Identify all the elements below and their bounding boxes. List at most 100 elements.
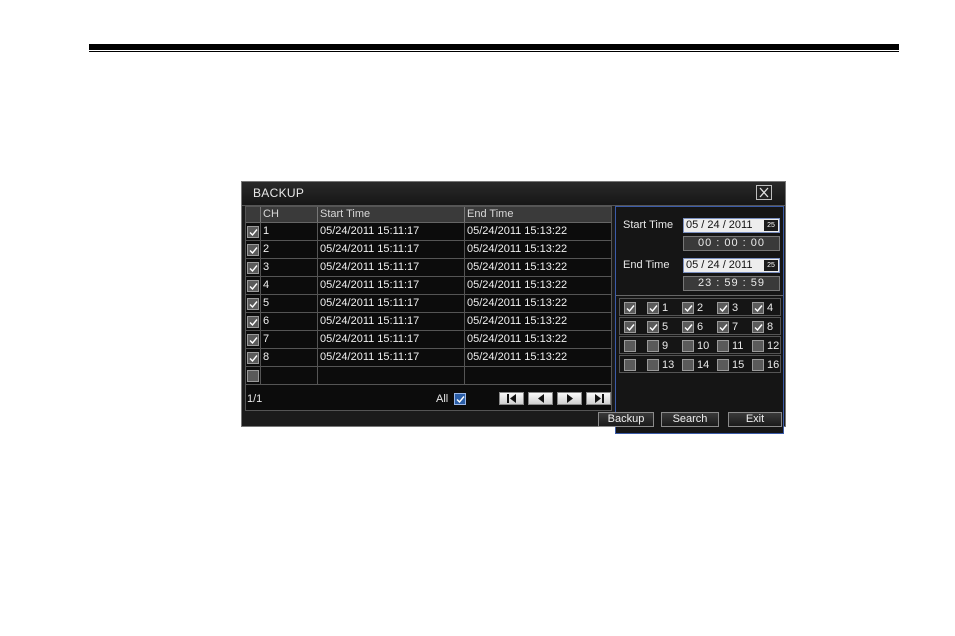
channel-label: 13 <box>662 359 675 371</box>
channel-label: 2 <box>697 302 704 314</box>
channel-row: 13 14 15 16 <box>619 355 781 373</box>
channel-checkbox[interactable] <box>752 358 764 376</box>
cell-start-time: 05/24/2011 15:11:17 <box>317 259 464 276</box>
check-icon <box>684 305 693 313</box>
backup-button[interactable]: Backup <box>598 412 654 427</box>
end-time-field[interactable]: 23 : 59 : 59 <box>683 276 780 291</box>
close-icon <box>759 187 769 198</box>
skip-last-icon <box>595 394 604 403</box>
first-page-button[interactable] <box>499 392 524 405</box>
channel-label: 9 <box>662 340 669 352</box>
table-row[interactable] <box>246 367 611 385</box>
channel-row-all-checkbox[interactable] <box>624 358 636 376</box>
table-row[interactable]: 7 05/24/2011 15:11:17 05/24/2011 15:13:22 <box>246 331 611 349</box>
cell-ch: 4 <box>260 277 317 294</box>
channel-row: 5 6 7 8 <box>619 317 781 335</box>
check-icon <box>649 305 658 313</box>
cell-ch: 3 <box>260 259 317 276</box>
table-row[interactable]: 1 05/24/2011 15:11:17 05/24/2011 15:13:22 <box>246 223 611 241</box>
backup-window: BACKUP CH Start Time End Time 1 05/24/201… <box>241 181 786 434</box>
previous-page-button[interactable] <box>528 392 553 405</box>
check-icon <box>754 324 763 332</box>
page-indicator: 1/1 <box>247 393 263 405</box>
check-icon <box>249 319 258 327</box>
cell-ch: 8 <box>260 349 317 366</box>
channel-label: 7 <box>732 321 739 333</box>
exit-button[interactable]: Exit <box>728 412 782 427</box>
channel-label: 15 <box>732 359 745 371</box>
window-title: BACKUP <box>253 186 305 200</box>
check-icon <box>249 229 258 237</box>
start-date-value: 05 / 24 / 2011 <box>686 219 753 231</box>
calendar-icon[interactable]: 25 <box>764 260 778 271</box>
check-icon <box>626 305 635 313</box>
end-date-value: 05 / 24 / 2011 <box>686 259 753 271</box>
check-icon <box>649 324 658 332</box>
header-start-time[interactable]: Start Time <box>317 207 464 222</box>
cell-start-time: 05/24/2011 15:11:17 <box>317 223 464 240</box>
cell-end-time: 05/24/2011 15:13:22 <box>464 313 611 330</box>
page-rule <box>89 44 899 52</box>
channel-label: 1 <box>662 302 669 314</box>
table-row[interactable]: 6 05/24/2011 15:11:17 05/24/2011 15:13:22 <box>246 313 611 331</box>
close-button[interactable] <box>756 185 772 200</box>
cell-end-time: 05/24/2011 15:13:22 <box>464 331 611 348</box>
start-date-field[interactable]: 05 / 24 / 2011 25 <box>683 218 780 233</box>
cell-start-time: 05/24/2011 15:11:17 <box>317 349 464 366</box>
cell-end-time: 05/24/2011 15:13:22 <box>464 259 611 276</box>
calendar-icon[interactable]: 25 <box>764 220 778 231</box>
next-page-button[interactable] <box>557 392 582 405</box>
cell-start-time <box>317 367 464 384</box>
channel-label: 12 <box>767 340 780 352</box>
header-ch[interactable]: CH <box>260 207 317 222</box>
check-icon <box>719 305 728 313</box>
row-checkbox[interactable] <box>247 369 259 387</box>
last-page-button[interactable] <box>586 392 611 405</box>
start-time-label: Start Time <box>623 219 674 231</box>
cell-start-time: 05/24/2011 15:11:17 <box>317 313 464 330</box>
check-icon <box>626 324 635 332</box>
cell-start-time: 05/24/2011 15:11:17 <box>317 241 464 258</box>
triangle-left-icon <box>538 394 544 403</box>
table-row[interactable]: 8 05/24/2011 15:11:17 05/24/2011 15:13:22 <box>246 349 611 367</box>
cell-ch: 6 <box>260 313 317 330</box>
channel-label: 14 <box>697 359 710 371</box>
table-row[interactable]: 2 05/24/2011 15:11:17 05/24/2011 15:13:22 <box>246 241 611 259</box>
cell-start-time: 05/24/2011 15:11:17 <box>317 277 464 294</box>
channel-label: 11 <box>732 340 744 352</box>
check-icon <box>249 337 258 345</box>
channel-row: 1 2 3 4 <box>619 298 781 316</box>
cell-end-time: 05/24/2011 15:13:22 <box>464 241 611 258</box>
channel-checkbox[interactable] <box>647 358 659 376</box>
skip-first-icon <box>507 394 516 403</box>
cell-end-time: 05/24/2011 15:13:22 <box>464 223 611 240</box>
table-row[interactable]: 4 05/24/2011 15:11:17 05/24/2011 15:13:22 <box>246 277 611 295</box>
start-time-field[interactable]: 00 : 00 : 00 <box>683 236 780 251</box>
cell-start-time: 05/24/2011 15:11:17 <box>317 331 464 348</box>
title-bar: BACKUP <box>242 182 785 206</box>
cell-end-time: 05/24/2011 15:13:22 <box>464 349 611 366</box>
cell-start-time: 05/24/2011 15:11:17 <box>317 295 464 312</box>
all-label: All <box>436 393 449 405</box>
channel-row: 9 10 11 12 <box>619 336 781 354</box>
search-panel: Start Time 05 / 24 / 2011 25 00 : 00 : 0… <box>615 206 784 434</box>
cell-end-time: 05/24/2011 15:13:22 <box>464 277 611 294</box>
end-date-field[interactable]: 05 / 24 / 2011 25 <box>683 258 780 273</box>
cell-ch: 2 <box>260 241 317 258</box>
check-icon <box>249 301 258 309</box>
channel-checkbox[interactable] <box>682 358 694 376</box>
channel-label: 6 <box>697 321 704 333</box>
check-icon <box>684 324 693 332</box>
table-row[interactable]: 3 05/24/2011 15:11:17 05/24/2011 15:13:22 <box>246 259 611 277</box>
channel-label: 5 <box>662 321 669 333</box>
all-checkbox[interactable] <box>454 392 466 410</box>
search-button[interactable]: Search <box>661 412 719 427</box>
cell-ch <box>260 367 317 384</box>
channel-checkbox[interactable] <box>717 358 729 376</box>
table-row[interactable]: 5 05/24/2011 15:11:17 05/24/2011 15:13:22 <box>246 295 611 313</box>
triangle-right-icon <box>567 394 573 403</box>
cell-ch: 1 <box>260 223 317 240</box>
cell-ch: 7 <box>260 331 317 348</box>
check-icon <box>719 324 728 332</box>
header-end-time[interactable]: End Time <box>464 207 611 222</box>
